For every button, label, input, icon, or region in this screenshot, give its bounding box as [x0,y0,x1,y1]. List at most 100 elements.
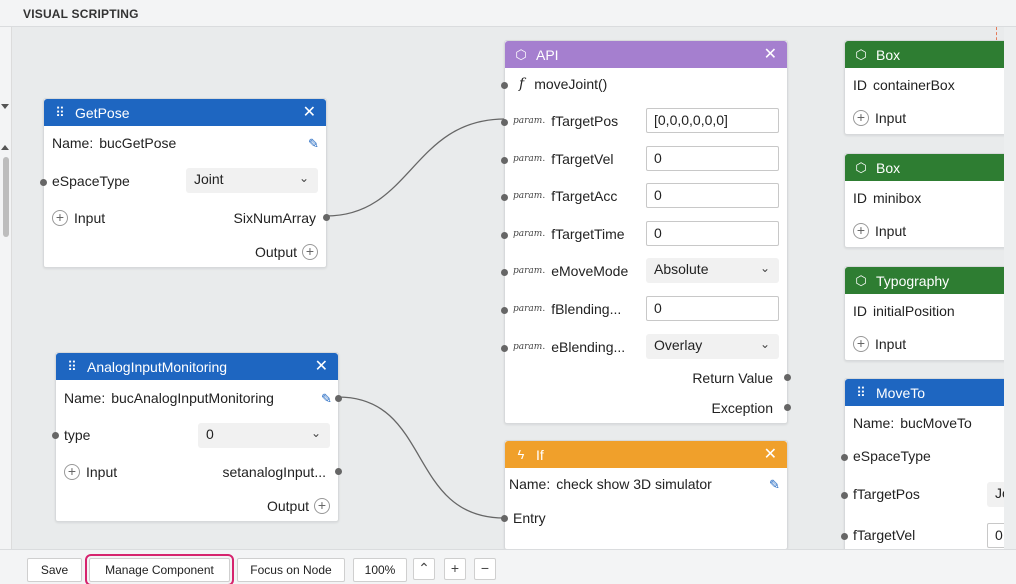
left-scroll-strip[interactable] [0,27,12,549]
plus-icon[interactable]: + [64,464,80,480]
node-getpose-header[interactable]: ⠿ GetPose ✕ [44,99,326,126]
add-input-row[interactable]: + Input [853,336,906,352]
param-input[interactable]: 0 [646,146,779,171]
add-input-row[interactable]: + Input [64,464,117,480]
chevron-down-icon: ⌄ [759,261,770,275]
param-row: param. eMoveMode [513,263,628,279]
param-value: [0,0,0,0,0,0] [654,112,728,128]
zoom-dropdown-chevron-up-icon[interactable]: ⌃ [413,558,435,580]
node-analog-input-monitoring[interactable]: ⠿ AnalogInputMonitoring ✕ Name: bucAnalo… [52,352,342,522]
close-icon[interactable]: ✕ [303,104,316,121]
scripting-canvas[interactable]: ⠿ GetPose ✕ Name: bucGetPose ✎ eSpaceTyp… [12,27,1004,549]
edit-icon[interactable]: ✎ [308,136,319,152]
node-typography[interactable]: ⬡ Typography ID initialPosition + Input [844,266,1004,361]
close-icon[interactable]: ✕ [315,358,328,375]
add-output-row[interactable]: Output + [255,244,318,260]
node-box-container[interactable]: ⬡ Box ID containerBox + Input [844,40,1004,135]
input-port[interactable] [841,454,848,461]
exception-port[interactable] [784,404,791,411]
node-moveto-header[interactable]: ⠿ MoveTo [845,379,1004,406]
collapse-down-icon[interactable] [1,104,9,109]
entry-port[interactable] [501,515,508,522]
plus-icon[interactable]: + [853,223,869,239]
zoom-value[interactable]: 100% [353,558,407,582]
save-button[interactable]: Save [27,558,82,582]
id-label: ID [853,303,867,319]
param-input-port[interactable] [501,157,508,164]
lightning-icon: ϟ [517,447,525,462]
add-input-row[interactable]: + Input [52,210,105,226]
param-input-port[interactable] [501,345,508,352]
cube-icon: ⬡ [515,46,527,62]
input-port[interactable] [841,533,848,540]
drag-handle-icon[interactable]: ⠿ [855,385,867,401]
focus-on-node-button[interactable]: Focus on Node [237,558,345,582]
output-port-label: SixNumArray [233,210,316,226]
zoom-out-minus-icon[interactable]: − [474,558,496,580]
drag-handle-icon[interactable]: ⠿ [54,105,66,121]
param-select[interactable]: Overlay ⌄ [646,334,779,359]
close-icon[interactable]: ✕ [764,446,777,463]
node-api[interactable]: ⬡ API ✕ f moveJoint() param. fTargetPos [0… [501,40,791,424]
param-select[interactable]: Absolute ⌄ [646,258,779,283]
param-input-port[interactable] [501,269,508,276]
add-input-row[interactable]: + Input [853,223,906,239]
node-if-header[interactable]: ϟ If ✕ [505,441,787,468]
node-if[interactable]: ϟ If ✕ Name: check show 3D simulator ✎ E… [501,440,788,549]
input-port[interactable] [52,432,59,439]
cube-icon: ⬡ [855,272,867,288]
input-port[interactable] [40,179,47,186]
node-typography-header[interactable]: ⬡ Typography [845,267,1004,294]
param-tag: param. [513,266,546,276]
node-api-header[interactable]: ⬡ API ✕ [505,41,787,68]
param-input[interactable]: 0 [646,296,779,321]
param-input-port[interactable] [501,232,508,239]
param-input[interactable]: [0,0,0,0,0,0] [646,108,779,133]
node-box-header[interactable]: ⬡ Box [845,154,1004,181]
node-analog-header[interactable]: ⠿ AnalogInputMonitoring ✕ [56,353,338,380]
output-port[interactable] [323,214,330,221]
param-input[interactable]: 0 [646,221,779,246]
param-row: param. eBlending... [513,339,625,355]
edit-icon[interactable]: ✎ [769,477,780,493]
id-row: ID initialPosition [853,303,955,319]
name-value: bucGetPose [99,135,177,151]
zoom-in-plus-icon[interactable]: + [444,558,466,580]
add-output-row[interactable]: Output + [267,498,330,514]
plus-icon[interactable]: + [853,110,869,126]
collapse-up-icon[interactable] [1,145,9,150]
plus-icon[interactable]: + [314,498,330,514]
param-value: Overlay [654,337,703,353]
param-input-port[interactable] [501,119,508,126]
return-port[interactable] [784,374,791,381]
param-input-port[interactable] [501,194,508,201]
plus-icon[interactable]: + [302,244,318,260]
param-input-port[interactable] [501,307,508,314]
param-input[interactable]: 0 [646,183,779,208]
input-label: Input [875,110,907,126]
node-getpose[interactable]: ⠿ GetPose ✕ Name: bucGetPose ✎ eSpaceTyp… [40,98,330,268]
node-box-header[interactable]: ⬡ Box [845,41,1004,68]
param-label: eBlending... [551,339,626,355]
node-box-minibox[interactable]: ⬡ Box ID minibox + Input [844,153,1004,248]
param-row: param. fTargetVel [513,151,613,167]
type-select[interactable]: 0 ⌄ [198,423,330,448]
output-port[interactable] [335,395,342,402]
espace-select[interactable]: Joint ⌄ [186,168,318,193]
function-name: moveJoint() [534,76,608,92]
targetvel-input[interactable]: 0 [987,523,1004,548]
scrollbar-thumb[interactable] [3,157,9,237]
id-value: minibox [873,190,922,206]
drag-handle-icon[interactable]: ⠿ [66,359,78,375]
edit-icon[interactable]: ✎ [321,391,332,407]
node-moveto[interactable]: ⠿ MoveTo Name: bucMoveTo eSpaceType fTar… [841,378,1004,549]
add-input-row[interactable]: + Input [853,110,906,126]
manage-component-button[interactable]: Manage Component [85,554,234,584]
input-port[interactable] [841,492,848,499]
targetpos-select[interactable]: Jc [987,482,1004,507]
output-port[interactable] [335,468,342,475]
plus-icon[interactable]: + [853,336,869,352]
input-port[interactable] [501,82,508,89]
close-icon[interactable]: ✕ [764,46,777,63]
plus-icon[interactable]: + [52,210,68,226]
